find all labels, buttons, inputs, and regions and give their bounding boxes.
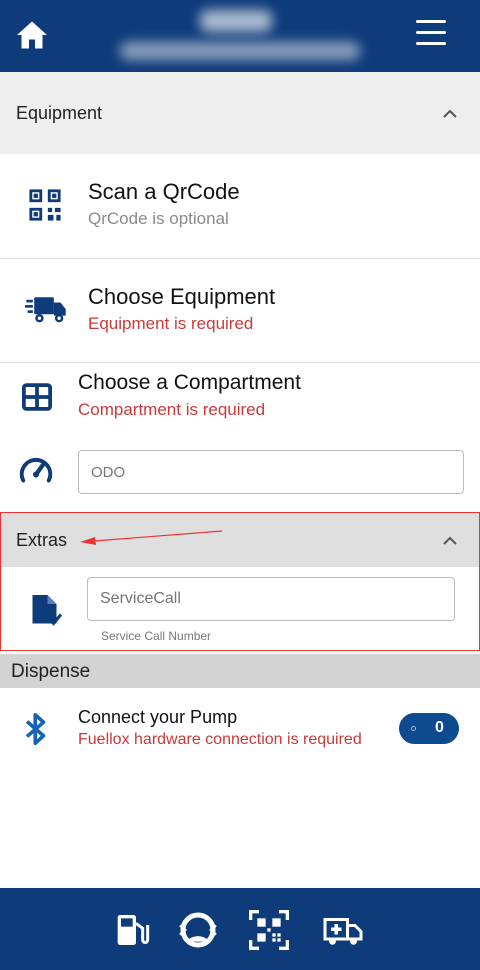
choose-equipment-subtitle: Equipment is required [88, 314, 254, 333]
bottom-navigation [0, 888, 480, 970]
choose-compartment-title: Choose a Compartment [78, 371, 301, 394]
blurred-subtitle [120, 42, 360, 60]
grid-icon [22, 383, 52, 411]
pump-count: 0 [435, 719, 444, 736]
connect-pump-subtitle: Fuellox hardware connection is required [78, 731, 362, 748]
app-header [0, 0, 480, 72]
blurred-title [200, 10, 272, 32]
refresh-gauge-icon[interactable] [177, 910, 219, 950]
connect-pump-title: Connect your Pump [78, 707, 238, 727]
qrcode-icon[interactable] [248, 910, 290, 950]
scan-qrcode-title: Scan a QrCode [88, 179, 240, 204]
qrcode-icon [29, 189, 61, 221]
pump-toggle[interactable]: 0 [399, 713, 459, 744]
chevron-up-icon[interactable] [442, 106, 458, 122]
fuel-pump-icon[interactable] [110, 910, 152, 950]
highlight-box [0, 512, 480, 651]
odo-input[interactable] [78, 450, 464, 494]
toggle-dot [411, 726, 416, 731]
ambulance-icon[interactable] [322, 910, 364, 950]
divider [0, 258, 480, 259]
equipment-section-header[interactable]: Equipment [0, 72, 480, 154]
equipment-label: Equipment [16, 103, 103, 123]
scan-qrcode-subtitle: QrCode is optional [88, 209, 229, 228]
truck-icon [25, 297, 66, 323]
choose-equipment-title: Choose Equipment [88, 284, 276, 309]
dispense-section-header[interactable]: Dispense [0, 654, 480, 688]
choose-compartment-subtitle: Compartment is required [78, 400, 266, 419]
speedometer-icon [19, 458, 53, 483]
home-icon[interactable] [14, 17, 50, 53]
divider [0, 362, 480, 363]
dispense-label: Dispense [11, 661, 91, 682]
hamburger-icon[interactable] [416, 20, 452, 50]
bluetooth-icon [25, 712, 46, 746]
